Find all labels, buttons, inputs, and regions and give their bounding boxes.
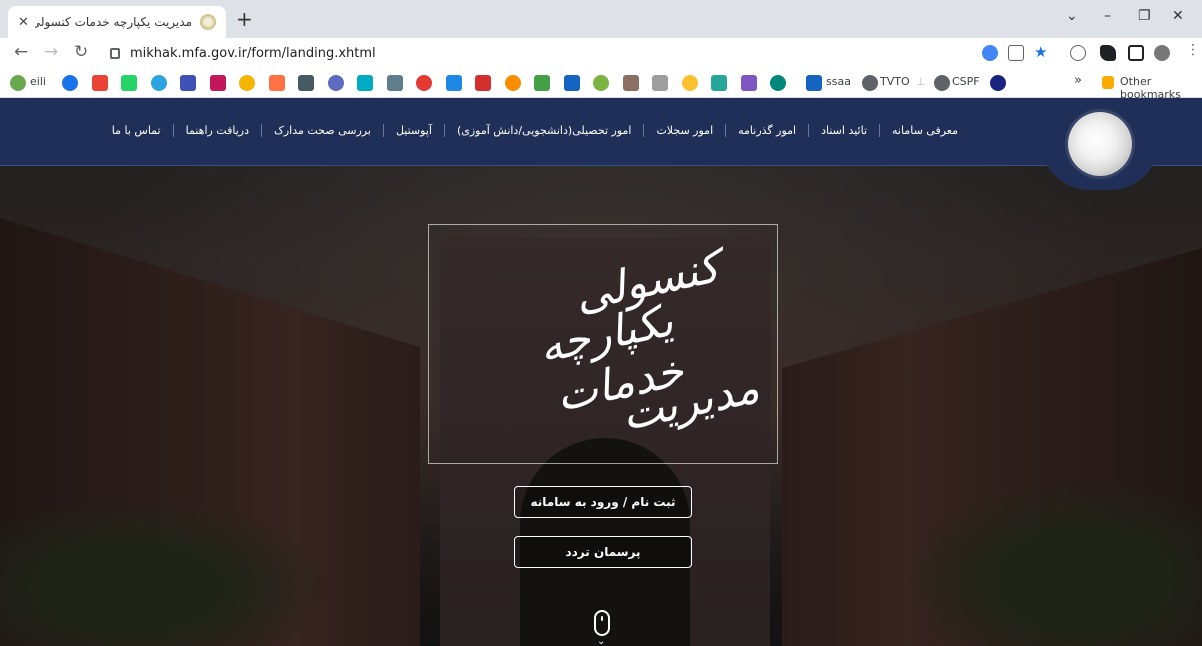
forward-icon[interactable]: →: [44, 42, 58, 62]
browser-tab[interactable]: مدیریت یکپارچه خدمات کنسولی ✕: [8, 6, 226, 38]
bookmark-favicon-icon[interactable]: [239, 75, 255, 91]
bookmark-favicon-icon[interactable]: [209, 75, 226, 91]
bookmark-favicon-icon[interactable]: [327, 75, 344, 91]
tab-title: مدیریت یکپارچه خدمات کنسولی: [34, 15, 192, 29]
bookmark-site-icon[interactable]: [990, 75, 1006, 91]
chevron-down-icon: ⌄: [597, 636, 606, 646]
nav-item-apostille[interactable]: آپوستیل: [382, 124, 444, 137]
tab-search-icon[interactable]: ⌄: [1066, 8, 1078, 24]
bookmark-favicon-icon[interactable]: [180, 75, 196, 91]
website-viewport: معرفی سامانه تائید اسناد امور گذرنامه ام…: [0, 98, 1202, 646]
nav-item-intro[interactable]: معرفی سامانه: [879, 124, 970, 137]
nav-item-civil-registry[interactable]: امور سجلات: [643, 124, 725, 137]
nav-item-passport[interactable]: امور گذرنامه: [725, 124, 808, 137]
lock-icon: [110, 47, 120, 59]
bookmark-favicon-icon[interactable]: [770, 75, 786, 91]
google-icon[interactable]: [982, 45, 998, 61]
nav-menu: معرفی سامانه تائید اسناد امور گذرنامه ام…: [70, 124, 970, 137]
bookmark-cspf[interactable]: CSPF: [952, 75, 980, 88]
bookmark-favicon-icon[interactable]: [475, 75, 491, 91]
more-bookmarks-chevron[interactable]: »: [1074, 73, 1082, 88]
scroll-mouse-icon[interactable]: [594, 610, 610, 636]
bookmark-favicon-icon[interactable]: [121, 75, 137, 91]
browser-tabstrip: مدیریت یکپارچه خدمات کنسولی ✕ + ⌄ – ❐ ✕: [0, 0, 1202, 38]
bookmark-tvto[interactable]: TVTO: [880, 75, 910, 88]
bookmark-favicon-icon[interactable]: [681, 75, 698, 91]
puzzle-icon[interactable]: [1100, 45, 1116, 61]
site-favicon-icon: [200, 14, 216, 30]
bookmark-favicon-icon[interactable]: [298, 75, 314, 91]
side-panel-icon[interactable]: [1128, 45, 1144, 61]
nav-item-contact[interactable]: تماس با ما: [100, 124, 173, 137]
bookmark-favicon-icon[interactable]: [62, 75, 78, 91]
address-bar[interactable]: mikhak.mfa.gov.ir/form/landing.xhtml: [110, 41, 1050, 65]
bookmark-ssaa-icon: [806, 75, 822, 91]
minimize-button[interactable]: –: [1104, 8, 1111, 24]
bookmark-eili-icon: [10, 75, 26, 91]
bookmark-favicon-icon[interactable]: [652, 75, 668, 91]
tab-close-icon[interactable]: ✕: [18, 15, 29, 30]
calligraphy-title: کنسولی یکپارچه خدمات مدیریت: [450, 241, 770, 456]
nav-item-document-check[interactable]: بررسی صحت مدارک: [261, 124, 383, 137]
bookmark-favicon-icon[interactable]: [593, 75, 609, 91]
bookmark-favicon-icon[interactable]: [268, 75, 285, 91]
bookmark-favicon-icon[interactable]: [504, 75, 521, 91]
carnation-logo-icon: [1068, 112, 1132, 176]
upload-icon[interactable]: ⊥: [916, 75, 932, 91]
new-tab-button[interactable]: +: [236, 8, 253, 30]
menu-dots-icon[interactable]: ⋮: [1186, 42, 1200, 58]
site-logo[interactable]: [1040, 98, 1160, 190]
bookmark-favicon-icon[interactable]: [91, 75, 108, 91]
bookmark-favicon-icon[interactable]: [563, 75, 580, 91]
bookmark-favicon-icon[interactable]: [711, 75, 727, 91]
profile-avatar-icon[interactable]: [1154, 45, 1170, 61]
bookmark-favicon-icon[interactable]: [150, 75, 167, 91]
register-login-button[interactable]: ثبت نام / ورود به سامانه: [514, 486, 692, 518]
bookmarks-bar: eili ssaa TVTO ⊥ CSPF » Other bookmarks: [0, 68, 1202, 101]
bookmark-ssaa[interactable]: ssaa: [826, 75, 851, 88]
bookmark-favicon-icon[interactable]: [386, 75, 403, 91]
extension-icon[interactable]: [1070, 45, 1086, 61]
bookmark-star-icon[interactable]: ★: [1034, 43, 1050, 61]
bookmark-eili[interactable]: eili: [30, 75, 46, 88]
travel-inquiry-button[interactable]: پرسمان تردد: [514, 536, 692, 568]
back-icon[interactable]: ←: [14, 42, 28, 62]
reload-icon[interactable]: ↻: [74, 42, 88, 62]
nav-item-document-verification[interactable]: تائید اسناد: [808, 124, 879, 137]
browser-toolbar: ← → ↻ mikhak.mfa.gov.ir/form/landing.xht…: [0, 38, 1202, 68]
globe-icon: [862, 75, 878, 91]
restore-button[interactable]: ❐: [1138, 8, 1151, 24]
bookmark-favicon-icon[interactable]: [416, 75, 432, 91]
site-navbar: معرفی سامانه تائید اسناد امور گذرنامه ام…: [0, 98, 1202, 166]
folder-icon: [1102, 76, 1114, 89]
bookmark-favicon-icon[interactable]: [740, 75, 757, 91]
bookmark-favicon-icon[interactable]: [445, 75, 462, 91]
bookmark-favicon-icon[interactable]: [534, 75, 550, 91]
nav-item-guide[interactable]: دریافت راهنما: [172, 124, 261, 137]
bookmark-favicon-icon[interactable]: [622, 75, 639, 91]
share-icon[interactable]: [1008, 45, 1024, 61]
url-text: mikhak.mfa.gov.ir/form/landing.xhtml: [130, 45, 376, 61]
bookmark-favicon-icon[interactable]: [357, 75, 373, 91]
close-window-button[interactable]: ✕: [1172, 8, 1184, 24]
nav-item-education[interactable]: امور تحصیلی(دانشجویی/دانش آموزی): [443, 124, 644, 137]
globe-icon: [934, 75, 950, 91]
